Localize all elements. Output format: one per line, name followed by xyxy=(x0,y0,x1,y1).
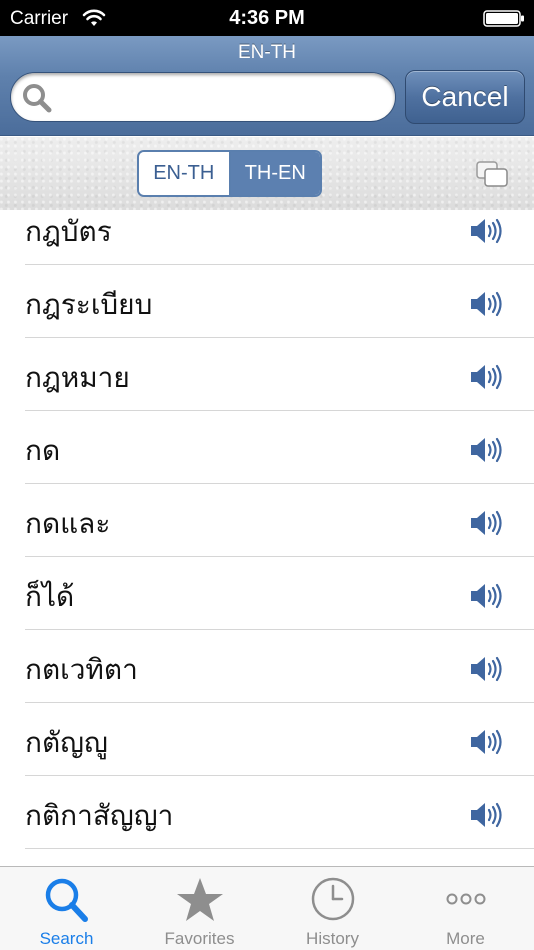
word-text: กฎระเบียบ xyxy=(25,288,153,321)
search-header: EN-TH Cancel xyxy=(0,36,534,136)
word-text: กฎบัตร xyxy=(25,215,112,248)
search-box[interactable] xyxy=(10,72,396,122)
list-item[interactable]: กฎหมาย xyxy=(25,338,534,411)
list-item[interactable]: กตเวทิตา xyxy=(25,630,534,703)
word-text: กด xyxy=(25,434,61,467)
list-item[interactable]: กดและ xyxy=(25,484,534,557)
word-text: กติกาสัญญา xyxy=(25,799,174,832)
tab-label: History xyxy=(306,929,359,948)
search-input[interactable] xyxy=(61,79,387,115)
speaker-icon[interactable] xyxy=(469,508,503,538)
search-icon xyxy=(45,878,88,922)
list-item[interactable]: กติกาสัญญา xyxy=(25,776,534,849)
tab-more[interactable]: More xyxy=(399,867,532,950)
list-item[interactable]: กฎบัตร xyxy=(25,210,534,265)
tab-history[interactable]: History xyxy=(266,867,399,950)
speaker-icon[interactable] xyxy=(469,435,503,465)
word-text: ก็ได้ xyxy=(25,580,75,613)
speaker-icon[interactable] xyxy=(469,800,503,830)
tab-label: Favorites xyxy=(164,929,235,948)
status-bar: Carrier 4:36 PM xyxy=(0,0,534,36)
speaker-icon[interactable] xyxy=(469,289,503,319)
speaker-icon[interactable] xyxy=(469,727,503,757)
search-icon xyxy=(23,84,52,113)
list-item[interactable]: กฎระเบียบ xyxy=(25,265,534,338)
status-time: 4:36 PM xyxy=(229,7,305,29)
language-direction-control: EN-TH TH-EN xyxy=(137,150,322,197)
tab-label: More xyxy=(446,929,485,948)
word-text: กฎหมาย xyxy=(25,361,130,394)
word-text: กตัญญู xyxy=(25,726,108,759)
speaker-icon[interactable] xyxy=(469,581,503,611)
list-item[interactable]: กตัญญู xyxy=(25,703,534,776)
tab-favorites[interactable]: Favorites xyxy=(133,867,266,950)
word-text: กตเวทิตา xyxy=(25,653,138,686)
direction-toolbar: EN-TH TH-EN xyxy=(0,137,534,210)
list-item[interactable]: กด xyxy=(25,411,534,484)
clock-icon xyxy=(311,877,355,921)
page-title: EN-TH xyxy=(237,42,297,63)
word-text: กดและ xyxy=(25,507,111,540)
list-item[interactable]: ก็ได้ xyxy=(25,557,534,630)
segment-th-en[interactable]: TH-EN xyxy=(230,152,320,195)
cancel-button[interactable]: Cancel xyxy=(405,70,525,124)
more-dots-icon xyxy=(446,893,486,905)
copy-icon[interactable] xyxy=(474,159,510,189)
speaker-icon[interactable] xyxy=(469,216,503,246)
tab-bar: Search Favorites History More xyxy=(0,866,534,950)
tab-search[interactable]: Search xyxy=(0,867,133,950)
star-icon xyxy=(177,878,223,921)
speaker-icon[interactable] xyxy=(469,362,503,392)
tab-label: Search xyxy=(39,929,94,948)
word-list: กฎบัตร กฎระเบียบ กฎหมาย กด กดและ ก็ได้ ก… xyxy=(0,210,534,866)
speaker-icon[interactable] xyxy=(469,654,503,684)
battery-icon xyxy=(483,10,524,27)
segment-en-th[interactable]: EN-TH xyxy=(139,152,231,195)
